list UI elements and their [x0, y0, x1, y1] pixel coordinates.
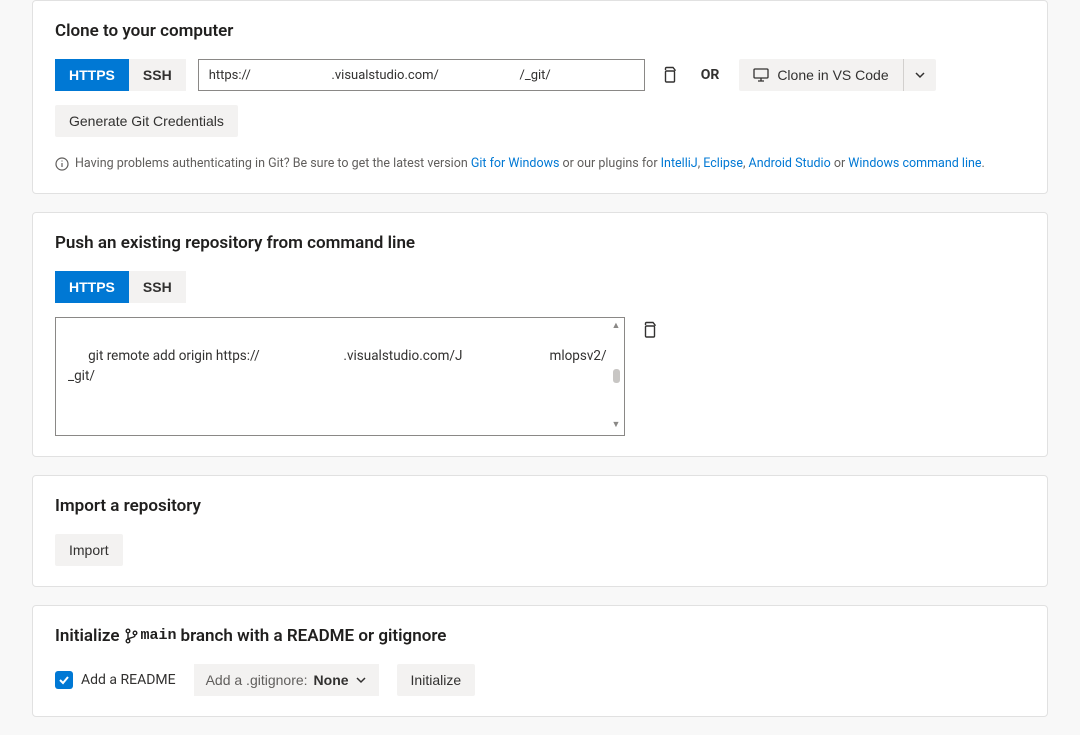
clone-url-input[interactable] — [198, 59, 645, 91]
gitignore-label: Add a .gitignore: — [206, 672, 308, 688]
import-card: Import a repository Import — [32, 475, 1048, 587]
link-android-studio[interactable]: Android Studio — [749, 156, 831, 171]
monitor-icon — [753, 68, 769, 82]
chevron-down-icon — [355, 674, 367, 686]
generate-credentials-button[interactable]: Generate Git Credentials — [55, 105, 238, 137]
initialize-card: Initialize main branch with a README or … — [32, 605, 1048, 717]
clone-title: Clone to your computer — [55, 21, 1025, 41]
push-card: Push an existing repository from command… — [32, 212, 1048, 457]
add-readme-checkbox[interactable]: Add a README — [55, 671, 176, 689]
info-icon — [55, 157, 69, 171]
link-git-for-windows[interactable]: Git for Windows — [471, 156, 560, 171]
push-command-box[interactable]: git remote add origin https:// .visualst… — [55, 317, 625, 436]
push-title: Push an existing repository from command… — [55, 233, 1025, 253]
initialize-title: Initialize main branch with a README or … — [55, 626, 1025, 646]
clone-tab-https[interactable]: HTTPS — [55, 59, 129, 91]
push-tab-https[interactable]: HTTPS — [55, 271, 129, 303]
push-command-text: git remote add origin https:// .visualst… — [68, 348, 607, 384]
scroll-thumb[interactable] — [613, 369, 620, 383]
gitignore-select[interactable]: Add a .gitignore: None — [194, 664, 379, 696]
chevron-down-icon — [914, 69, 926, 81]
add-readme-label: Add a README — [81, 672, 176, 688]
clone-tab-ssh[interactable]: SSH — [129, 59, 186, 91]
scroll-down-icon: ▼ — [612, 419, 621, 433]
scrollbar[interactable]: ▲ ▼ — [610, 320, 622, 433]
initialize-button[interactable]: Initialize — [397, 664, 476, 696]
checkbox-box — [55, 671, 73, 689]
copy-icon — [641, 321, 657, 339]
push-tab-group: HTTPS SSH — [55, 271, 1025, 303]
push-command-row: git remote add origin https:// .visualst… — [55, 317, 1025, 436]
copy-icon — [661, 66, 677, 84]
clone-vscode-label: Clone in VS Code — [777, 67, 888, 83]
import-button[interactable]: Import — [55, 534, 123, 566]
copy-clone-url-button[interactable] — [657, 62, 681, 88]
copy-push-command-button[interactable] — [637, 317, 661, 343]
link-eclipse[interactable]: Eclipse — [703, 156, 743, 171]
push-tab-ssh[interactable]: SSH — [129, 271, 186, 303]
branch-chip: main — [124, 627, 177, 644]
clone-controls-row: HTTPS SSH OR Clone in VS Code — [55, 59, 1025, 91]
or-label: OR — [701, 67, 720, 83]
clone-info-row: Having problems authenticating in Git? B… — [55, 155, 1025, 173]
scroll-up-icon: ▲ — [612, 320, 621, 334]
link-intellij[interactable]: IntelliJ — [661, 156, 698, 171]
clone-info-text: Having problems authenticating in Git? B… — [75, 155, 985, 173]
clone-vscode-split-button: Clone in VS Code — [739, 59, 935, 91]
clone-card: Clone to your computer HTTPS SSH OR Clon… — [32, 0, 1048, 194]
initialize-controls-row: Add a README Add a .gitignore: None Init… — [55, 664, 1025, 696]
clone-vscode-dropdown[interactable] — [903, 59, 936, 91]
clone-secondary-row: Generate Git Credentials — [55, 105, 1025, 137]
branch-name: main — [141, 627, 177, 644]
import-title: Import a repository — [55, 496, 1025, 516]
gitignore-value: None — [314, 672, 349, 688]
branch-icon — [124, 628, 138, 644]
checkmark-icon — [58, 674, 70, 686]
clone-tab-group: HTTPS SSH — [55, 59, 186, 91]
link-windows-cmd[interactable]: Windows command line — [848, 156, 981, 171]
clone-vscode-button[interactable]: Clone in VS Code — [739, 59, 902, 91]
